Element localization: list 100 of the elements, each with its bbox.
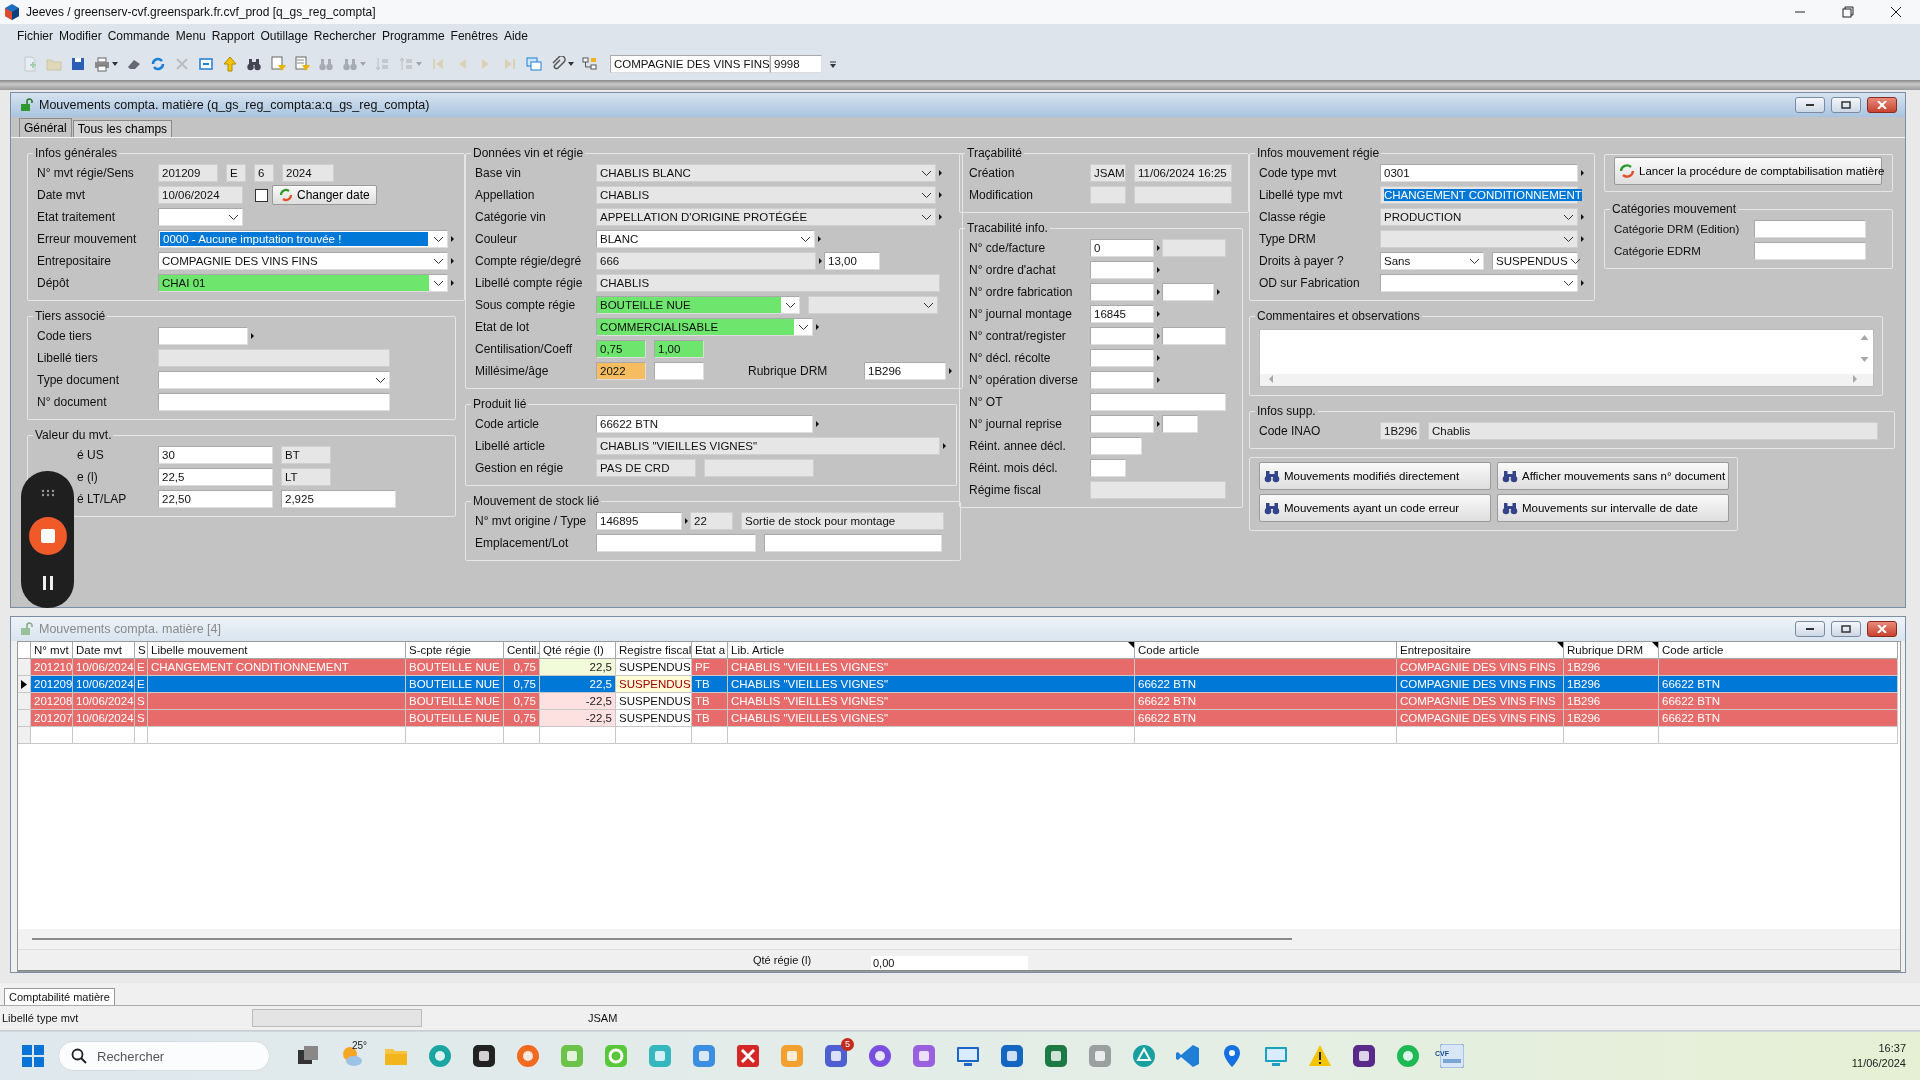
paperclip-icon[interactable] — [550, 56, 566, 72]
menu-item[interactable]: Fenêtres — [447, 29, 501, 43]
app-icon[interactable] — [472, 1044, 496, 1068]
text-field[interactable] — [1090, 349, 1154, 367]
column-header[interactable]: Entrepositaire — [1397, 642, 1564, 659]
close-button[interactable] — [1867, 97, 1897, 113]
lookup-arrow-icon[interactable] — [250, 333, 254, 339]
text-field[interactable]: JSAM — [1090, 164, 1126, 182]
text-field[interactable]: Chablis — [1428, 422, 1878, 440]
column-header[interactable]: Rubrique DRM — [1564, 642, 1659, 659]
text-field[interactable] — [654, 362, 704, 380]
text-field[interactable]: CHABLIS "VIEILLES VIGNES" — [596, 437, 940, 455]
lookup-arrow-icon[interactable] — [1156, 421, 1160, 427]
vertical-scrollbar[interactable] — [1860, 334, 1869, 364]
lookup-arrow-icon[interactable] — [1580, 280, 1584, 286]
action-button[interactable]: Lancer la procédure de comptabilisation matière — [1614, 157, 1882, 185]
column-header[interactable]: Libelle mouvement — [148, 642, 406, 659]
menu-item[interactable]: Modifier — [56, 29, 105, 43]
text-field[interactable]: 30 — [158, 446, 273, 464]
lookup-arrow-icon[interactable] — [817, 236, 821, 242]
action-button[interactable]: Afficher mouvements sans n° document — [1497, 462, 1729, 490]
text-field[interactable] — [1162, 327, 1226, 345]
window-icon[interactable] — [198, 56, 214, 72]
text-field[interactable]: 1B296 — [1380, 422, 1420, 440]
tab[interactable]: Tous les champs — [72, 120, 173, 137]
close-icon[interactable] — [1890, 6, 1902, 18]
lookup-arrow-icon[interactable] — [1216, 289, 1220, 295]
text-field[interactable] — [704, 459, 814, 477]
text-field[interactable]: 22,50 — [158, 490, 273, 508]
lookup-arrow-icon[interactable] — [1156, 245, 1160, 251]
text-field[interactable] — [158, 393, 390, 411]
lookup-arrow-icon[interactable] — [942, 443, 946, 449]
menu-item[interactable]: Rechercher — [310, 29, 379, 43]
text-field[interactable]: LT — [281, 468, 331, 486]
close-button[interactable] — [1867, 621, 1897, 637]
column-header[interactable]: S — [135, 642, 148, 659]
grip-icon[interactable] — [40, 488, 55, 497]
lookup-arrow-icon[interactable] — [818, 258, 822, 264]
text-field[interactable]: 2,925 — [281, 490, 396, 508]
text-field[interactable]: 146895 — [596, 512, 682, 530]
text-field[interactable] — [1090, 371, 1154, 389]
lookup-arrow-icon[interactable] — [684, 518, 688, 524]
text-field[interactable]: 201209 — [158, 164, 218, 182]
text-field[interactable] — [158, 327, 248, 345]
text-field[interactable] — [1754, 220, 1866, 238]
horizontal-scrollbar[interactable] — [32, 937, 1292, 941]
dropdown[interactable]: BLANC — [596, 230, 815, 248]
lookup-arrow-icon[interactable] — [938, 214, 942, 220]
tab[interactable]: Général — [19, 118, 72, 137]
text-field[interactable]: 10/06/2024 — [158, 186, 243, 204]
text-field[interactable] — [1754, 242, 1866, 260]
start-icon[interactable] — [22, 1045, 44, 1067]
menu-item[interactable]: Menu — [172, 29, 209, 43]
column-header[interactable]: S-cpte régie — [406, 642, 504, 659]
caret-icon[interactable] — [568, 62, 574, 66]
action-button[interactable]: Mouvements ayant un code erreur — [1259, 494, 1491, 522]
lookup-arrow-icon[interactable] — [1580, 236, 1584, 242]
dropdown[interactable]: CHABLIS BLANC — [596, 164, 936, 182]
column-header[interactable]: Date mvt — [73, 642, 135, 659]
text-field[interactable]: 2024 — [282, 164, 334, 182]
text-field[interactable] — [1090, 415, 1154, 433]
text-field[interactable]: 1B296 — [864, 362, 946, 380]
action-button[interactable]: Mouvements sur intervalle de date — [1497, 494, 1729, 522]
text-field[interactable]: E — [226, 164, 246, 182]
text-field[interactable] — [1090, 327, 1154, 345]
lookup-arrow-icon[interactable] — [1156, 267, 1160, 273]
text-field[interactable] — [1134, 186, 1232, 204]
refresh-icon[interactable] — [150, 56, 166, 72]
binoculars-icon[interactable] — [246, 56, 262, 72]
text-field[interactable] — [1090, 186, 1126, 204]
lookup-arrow-icon[interactable] — [948, 368, 952, 374]
text-field[interactable]: BT — [281, 446, 331, 464]
restore-icon[interactable] — [1842, 6, 1854, 18]
menu-item[interactable]: Rapport — [208, 29, 258, 43]
text-field[interactable]: 666 — [596, 252, 816, 270]
column-header[interactable]: Centil. — [504, 642, 540, 659]
lookup-arrow-icon[interactable] — [938, 192, 942, 198]
dropdown[interactable]: BOUTEILLE NUE — [596, 296, 800, 314]
table-row[interactable]: 201208 10/06/2024 S BOUTEILLE NUE 0,75 -22,5 SUSPENDUS TB CHABLIS "VIEILLES VIGNES" 66622 BTN COMPAGNIE DES VINS FINS 1B296 66622 BTN — [18, 693, 1900, 710]
module-tab[interactable]: Comptabilité matière — [4, 988, 115, 1005]
up-arrow-icon[interactable] — [222, 56, 238, 72]
comment-area[interactable] — [1259, 329, 1874, 387]
text-field[interactable] — [1162, 283, 1214, 301]
text-field[interactable]: 22,5 — [158, 468, 273, 486]
action-button[interactable]: Mouvements modifiés directement — [1259, 462, 1491, 490]
maximize-button[interactable] — [1831, 621, 1861, 637]
dropdown[interactable]: APPELLATION D'ORIGINE PROTÉGÉE — [596, 208, 936, 226]
text-field[interactable] — [1162, 239, 1226, 257]
dropdown[interactable]: Sans — [1380, 252, 1484, 270]
horizontal-scrollbar[interactable] — [1268, 374, 1858, 384]
app-icon[interactable] — [1352, 1044, 1376, 1068]
lookup-arrow-icon[interactable] — [1156, 333, 1160, 339]
text-field[interactable]: 0,75 — [596, 340, 646, 358]
dropdown[interactable]: COMMERCIALISABLE — [596, 318, 813, 336]
dropdown[interactable]: PRODUCTION — [1380, 208, 1578, 226]
dropdown[interactable]: COMPAGNIE DES VINS FINS — [158, 252, 448, 270]
text-field[interactable] — [1090, 459, 1126, 477]
text-field[interactable] — [1090, 283, 1154, 301]
table-row[interactable]: 201207 10/06/2024 S BOUTEILLE NUE 0,75 -22,5 SUSPENDUS TB CHABLIS "VIEILLES VIGNES" 66622 BTN COMPAGNIE DES VINS FINS 1B296 66622 BTN — [18, 710, 1900, 727]
dropdown[interactable] — [158, 208, 243, 226]
